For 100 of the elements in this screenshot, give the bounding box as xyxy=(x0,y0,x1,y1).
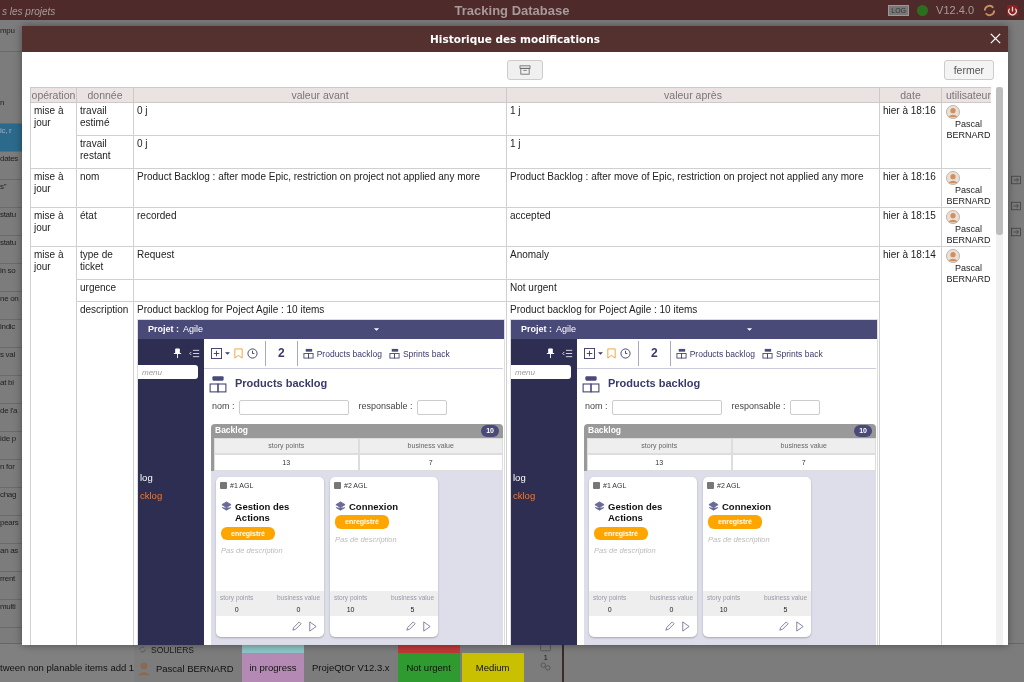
value-text: Product backlog for Poject Agile : 10 items xyxy=(510,303,699,315)
archive-button[interactable] xyxy=(507,59,543,80)
avatar-icon xyxy=(946,210,960,224)
column-header: valeur avant xyxy=(291,89,349,101)
dialog-title: Historique des modifications xyxy=(430,33,600,45)
filter-label: nom : xyxy=(212,401,235,413)
menu-search-field[interactable]: menu xyxy=(138,365,198,379)
menu-item[interactable]: log xyxy=(138,472,204,484)
play-icon[interactable] xyxy=(307,621,318,632)
pencil-icon[interactable] xyxy=(291,621,302,632)
date-text: hier à 18:15 xyxy=(883,210,936,221)
link-icon[interactable] xyxy=(540,662,552,671)
caret-icon[interactable] xyxy=(373,327,380,332)
operation-text: mise à jour xyxy=(34,210,65,233)
stack-icon xyxy=(708,500,719,512)
play-icon[interactable] xyxy=(794,621,805,632)
card-title: Gestion des Actions xyxy=(608,500,664,524)
pencil-icon[interactable] xyxy=(664,621,675,632)
value-text: Product backlog for Poject Agile : 10 items xyxy=(137,303,326,315)
stack-icon xyxy=(582,375,600,393)
value-text: Request xyxy=(137,249,176,261)
value-text: 1 j xyxy=(510,105,522,117)
arrow-icon[interactable] xyxy=(1010,175,1022,185)
field-name: description xyxy=(80,303,129,315)
toolbar-link[interactable]: Products backlog xyxy=(300,348,384,359)
project-text: SOULIERS xyxy=(151,644,194,655)
card-title: Connexion xyxy=(722,500,772,512)
filter-field[interactable] xyxy=(611,399,722,415)
value-text: Anomaly xyxy=(510,249,550,261)
filter-field[interactable] xyxy=(416,399,447,415)
close-icon[interactable] xyxy=(989,32,1002,45)
value-text: Not urgent xyxy=(510,282,558,294)
avatar-icon xyxy=(138,661,150,676)
scrollbar[interactable] xyxy=(996,87,1003,645)
arrow-icon[interactable] xyxy=(1010,201,1022,211)
breadcrumb-text[interactable]: s les projets xyxy=(0,6,56,17)
plus-icon[interactable] xyxy=(211,348,222,359)
field-name: urgence xyxy=(80,282,117,293)
stack-icon xyxy=(761,348,773,359)
value-text: accepted xyxy=(510,210,552,222)
arrow-icon[interactable] xyxy=(1010,227,1022,237)
toolbar-link[interactable]: Sprints back xyxy=(386,348,452,359)
play-icon[interactable] xyxy=(680,621,691,632)
caret-icon[interactable] xyxy=(225,351,230,356)
toolbar-link[interactable]: Products backlog xyxy=(673,348,757,359)
status-tag: ProjeQtOr V12.3.x xyxy=(306,653,396,682)
plus-icon[interactable] xyxy=(584,348,595,359)
pin-icon[interactable] xyxy=(172,348,183,359)
panel-title: Backlog xyxy=(215,425,249,437)
panel-title: Backlog xyxy=(588,425,622,437)
value-text: 0 j xyxy=(137,138,149,150)
toolbar-link[interactable]: Sprints back xyxy=(759,348,825,359)
filter-field[interactable] xyxy=(789,399,820,415)
type-icon xyxy=(707,482,714,490)
status-tag: Medium xyxy=(461,653,524,682)
field-name: travail estimé xyxy=(80,105,110,128)
caret-icon[interactable] xyxy=(598,351,603,356)
menu-search-field[interactable]: menu xyxy=(511,365,571,379)
count-text: 2 xyxy=(638,340,671,367)
version-text: V12.4.0 xyxy=(936,4,974,16)
pencil-icon[interactable] xyxy=(778,621,789,632)
pin-icon[interactable] xyxy=(545,348,556,359)
play-icon[interactable] xyxy=(421,621,432,632)
filter-field[interactable] xyxy=(238,399,349,415)
close-button[interactable]: fermer xyxy=(943,59,994,80)
refresh-icon[interactable] xyxy=(138,645,147,654)
status-tag: Not urgent xyxy=(397,653,460,682)
menu-item[interactable]: log xyxy=(511,472,577,484)
field-name: travail restant xyxy=(80,138,111,161)
card-title: Gestion des Actions xyxy=(235,500,291,524)
menu-item[interactable]: ic, r xyxy=(0,124,22,152)
app-title: Tracking Database xyxy=(454,2,570,18)
page-title: Products backlog xyxy=(235,378,328,390)
pencil-icon[interactable] xyxy=(405,621,416,632)
history-icon[interactable] xyxy=(620,348,631,359)
logo-icon[interactable] xyxy=(982,2,997,18)
date-text: hier à 18:16 xyxy=(883,105,936,116)
stack-icon xyxy=(594,500,605,512)
column-header: opération xyxy=(31,89,76,101)
count-text: 2 xyxy=(265,340,298,367)
value-text: Product Backlog : after move of Epic, restriction on project not applied any more xyxy=(510,171,865,183)
count-text: 1 xyxy=(543,653,548,662)
project-name: Agile xyxy=(556,323,578,336)
field-name: état xyxy=(80,210,97,221)
operation-text: mise à jour xyxy=(34,249,65,272)
menu-item[interactable]: cklog xyxy=(511,489,577,501)
column-header: utilisateur xyxy=(946,89,991,101)
caret-icon[interactable] xyxy=(746,327,753,332)
stack-icon xyxy=(675,348,687,359)
filter-label: responsable : xyxy=(731,401,786,413)
column-header: date xyxy=(900,89,921,101)
stack-icon xyxy=(302,348,314,359)
menu-item[interactable]: cklog xyxy=(138,489,204,501)
menu-icon[interactable] xyxy=(562,348,573,359)
type-icon xyxy=(334,482,341,490)
logout-icon[interactable] xyxy=(1005,2,1020,18)
menu-icon[interactable] xyxy=(189,348,200,359)
project-label: Projet : xyxy=(148,323,179,336)
user-name: Pascal BERNARD xyxy=(945,185,991,207)
history-icon[interactable] xyxy=(247,348,258,359)
